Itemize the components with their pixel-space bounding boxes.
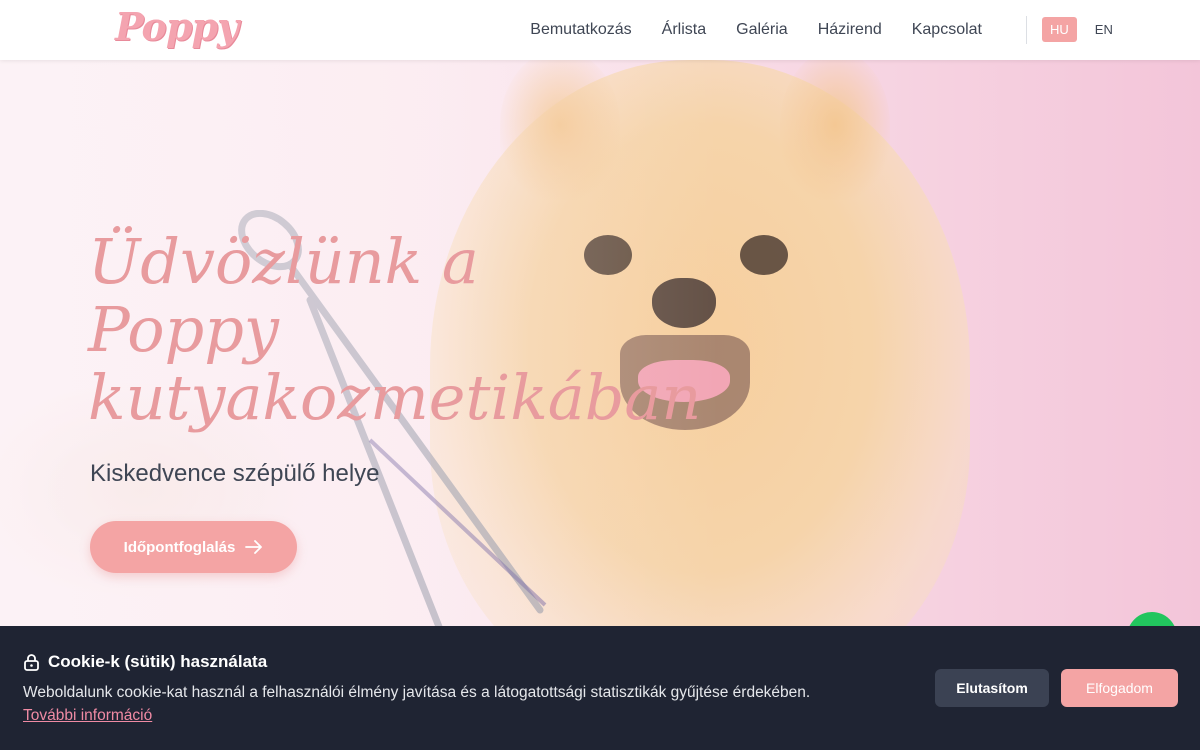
cookie-decline-button[interactable]: Elutasítom xyxy=(935,669,1049,707)
cookie-accept-button[interactable]: Elfogadom xyxy=(1061,669,1178,707)
booking-button-label: Időpontfoglalás xyxy=(123,538,236,556)
lang-en-button[interactable]: EN xyxy=(1087,17,1121,42)
hero-subtitle: Kiskedvence szépülő helye xyxy=(90,460,380,487)
cookie-title-text: Cookie-k (sütik) használata xyxy=(48,652,268,671)
nav-item-arlista[interactable]: Árlista xyxy=(662,21,706,39)
hero-title-line3: kutyakozmetikában xyxy=(88,361,702,434)
nav-item-hazirend[interactable]: Házirend xyxy=(818,21,882,39)
lang-hu-button[interactable]: HU xyxy=(1042,17,1077,42)
lock-icon xyxy=(24,654,39,671)
cookie-banner: Cookie-k (sütik) használata Weboldalunk … xyxy=(0,626,1200,750)
hero-title-line1: Üdvözlünk a xyxy=(88,225,479,298)
main-nav: Bemutatkozás Árlista Galéria Házirend Ka… xyxy=(530,0,982,60)
nav-item-kapcsolat[interactable]: Kapcsolat xyxy=(912,21,982,39)
nav-item-galeria[interactable]: Galéria xyxy=(736,21,788,39)
cookie-more-info-link[interactable]: További információ xyxy=(23,707,152,725)
poppy-logo[interactable]: Poppy xyxy=(115,4,239,49)
nav-divider xyxy=(1026,16,1027,44)
nav-item-bemutatkozas[interactable]: Bemutatkozás xyxy=(530,21,631,39)
cookie-description: Weboldalunk cookie-kat használ a felhasz… xyxy=(23,684,811,701)
site-header: Poppy Bemutatkozás Árlista Galéria Házir… xyxy=(0,0,1200,60)
cookie-title: Cookie-k (sütik) használata xyxy=(23,652,267,672)
booking-button[interactable]: Időpontfoglalás xyxy=(90,521,297,573)
hero-title: Üdvözlünk a Poppy kutyakozmetikában xyxy=(88,225,701,432)
hero-title-line2: Poppy xyxy=(88,293,279,366)
language-switcher: HU EN xyxy=(1042,17,1121,42)
arrow-right-icon xyxy=(245,540,263,554)
